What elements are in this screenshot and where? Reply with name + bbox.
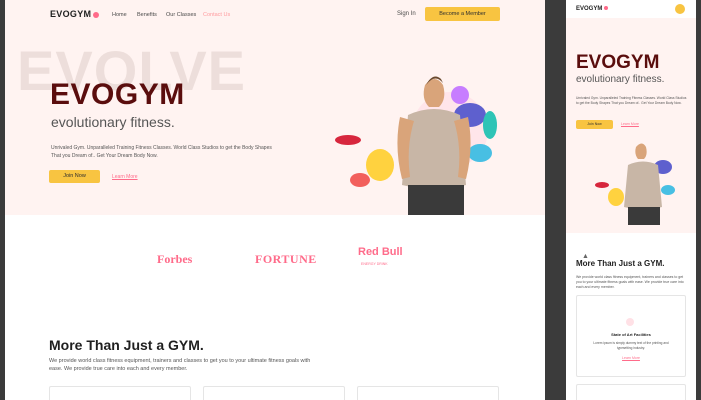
learn-more-link[interactable]: Learn More xyxy=(112,174,138,180)
mobile-learn-more-link[interactable]: Learn More xyxy=(621,122,639,126)
nav-our-classes[interactable]: Our Classes xyxy=(166,12,196,18)
logo[interactable]: EVOGYM xyxy=(50,9,100,19)
mobile-card-learn-more[interactable]: Learn More xyxy=(577,356,685,360)
mobile-logo[interactable]: EVOGYM xyxy=(576,6,609,12)
benefit-card xyxy=(49,386,191,400)
hero-image xyxy=(335,76,497,215)
sign-in-link[interactable]: Sign In xyxy=(397,11,416,17)
become-member-button[interactable]: Become a Member xyxy=(425,7,500,21)
cursor-icon: ▲ xyxy=(582,253,589,260)
mobile-logo-dot-icon xyxy=(604,6,609,11)
mobile-benefit-card: State of Art Facilities Lorem ipsum is s… xyxy=(576,295,686,377)
logo-text: EVOGYM xyxy=(50,9,92,19)
mobile-logo-text: EVOGYM xyxy=(576,6,603,12)
desktop-frame: EVOGYM Home Benefits Our Classes Contact… xyxy=(5,0,545,400)
mobile-hero-subtitle: evolutionary fitness. xyxy=(576,74,665,85)
section-description: We provide world class fitness equipment… xyxy=(49,358,311,372)
mobile-join-now-button[interactable]: Join Now xyxy=(576,120,613,129)
mobile-frame: EVOGYM EVOGYM evolutionary fitness. Unri… xyxy=(566,0,696,400)
sponsor-redbull-subtitle: ENERGY DRINK xyxy=(361,262,388,266)
nav-benefits[interactable]: Benefits xyxy=(137,12,157,18)
mobile-benefit-card xyxy=(576,384,686,400)
logo-dot-icon xyxy=(93,11,100,18)
navbar: EVOGYM Home Benefits Our Classes Contact… xyxy=(5,0,545,30)
facility-icon xyxy=(626,318,634,326)
mobile-hero-image xyxy=(595,143,675,225)
join-now-button[interactable]: Join Now xyxy=(49,170,100,183)
mobile-section-description: We provide world class fitness equipment… xyxy=(576,275,684,289)
mobile-card-description: Lorem ipsum is simply dummy text of the … xyxy=(593,341,669,350)
mobile-section-title: More Than Just a GYM. xyxy=(576,259,665,268)
benefit-card xyxy=(357,386,499,400)
sponsor-redbull-logo: Red Bull xyxy=(358,246,403,258)
sponsor-fortune-logo: FORTUNE xyxy=(255,252,317,266)
nav-home[interactable]: Home xyxy=(112,12,127,18)
benefit-card xyxy=(203,386,345,400)
menu-icon[interactable] xyxy=(675,4,685,14)
hero-subtitle: evolutionary fitness. xyxy=(51,114,175,130)
mobile-hero-description: Unrivaled Gym. Unparalleled Training Fit… xyxy=(576,96,687,105)
sponsor-forbes-logo: Forbes xyxy=(157,252,193,266)
mobile-hero-title: EVOGYM xyxy=(576,52,660,73)
section-title: More Than Just a GYM. xyxy=(49,337,204,353)
nav-contact-us[interactable]: Contact Us xyxy=(203,12,230,18)
mobile-card-title: State of Art Facilities xyxy=(611,332,651,337)
hero-description: Unrivaled Gym. Unparalleled Training Fit… xyxy=(51,145,272,159)
hero-title: EVOGYM xyxy=(50,78,185,111)
